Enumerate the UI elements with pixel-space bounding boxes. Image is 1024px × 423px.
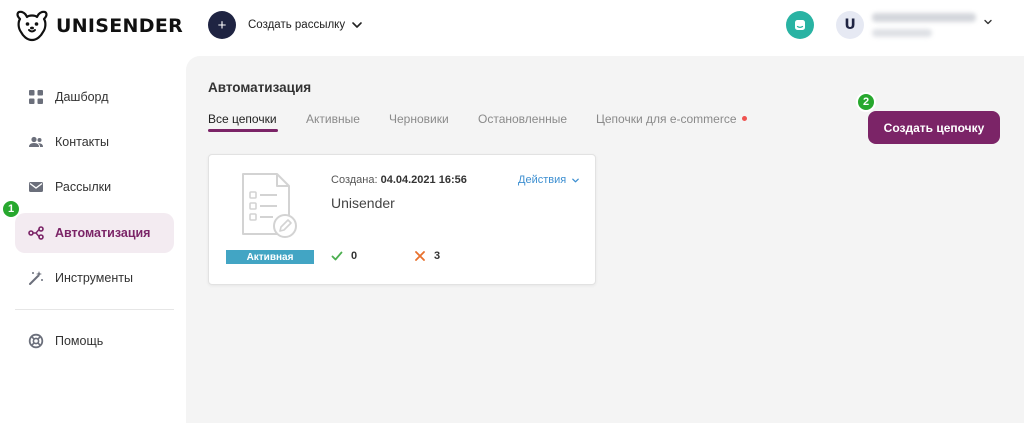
user-menu-chevron-icon[interactable] <box>983 17 993 27</box>
mail-icon <box>29 182 43 192</box>
tab-all-chains[interactable]: Все цепочки <box>208 112 277 126</box>
success-count: 0 <box>351 250 358 262</box>
sidebar-divider <box>15 309 174 310</box>
help-icon <box>28 333 44 349</box>
chain-name[interactable]: Unisender <box>331 195 395 211</box>
tab-ecommerce-chains[interactable]: Цепочки для e-commerce <box>596 112 747 126</box>
automation-icon <box>28 226 44 240</box>
fail-stat: 3 <box>414 250 440 262</box>
sidebar-item-label: Дашборд <box>55 90 109 104</box>
sidebar-item-help[interactable]: Помощь <box>15 321 174 361</box>
created-date: Создана: 04.04.2021 16:56 <box>331 174 467 186</box>
create-campaign-label: Создать рассылку <box>248 19 346 31</box>
tab-ecommerce-label: Цепочки для e-commerce <box>596 112 737 126</box>
chevron-down-icon <box>572 178 580 182</box>
logo-text: UNISENDER <box>56 15 184 37</box>
dog-logo-icon <box>16 10 48 42</box>
status-badge: Активная <box>226 250 314 264</box>
dashboard-icon <box>29 90 43 104</box>
sidebar-item-tools[interactable]: Инструменты <box>15 258 174 298</box>
tab-active[interactable]: Активные <box>306 112 360 126</box>
sidebar-item-label: Контакты <box>55 135 109 149</box>
actions-dropdown[interactable]: Действия <box>518 174 580 186</box>
top-header: UNISENDER + Создать рассылку U <box>0 0 1024 56</box>
create-campaign-button[interactable]: + Создать рассылку <box>208 11 363 39</box>
created-datetime: 04.04.2021 16:56 <box>380 174 467 186</box>
success-stat: 0 <box>331 250 357 262</box>
fail-count: 3 <box>434 250 441 262</box>
sidebar-item-campaigns[interactable]: Рассылки <box>15 167 174 207</box>
sidebar-item-label: Инструменты <box>55 271 133 285</box>
page-title: Автоматизация <box>208 80 312 95</box>
chevron-down-icon <box>352 22 362 28</box>
created-label: Создана: <box>331 174 378 186</box>
document-edit-illustration-icon <box>242 173 297 238</box>
logo[interactable]: UNISENDER <box>14 9 183 43</box>
chain-card[interactable]: Активная Создана: 04.04.2021 16:56 Дейст… <box>208 154 596 285</box>
magic-wand-icon <box>29 271 43 285</box>
sidebar-item-automation[interactable]: Автоматизация <box>15 213 174 253</box>
tab-stopped[interactable]: Остановленные <box>478 112 567 126</box>
sidebar-item-label: Автоматизация <box>55 226 151 240</box>
user-id-redacted <box>872 29 932 37</box>
chat-icon <box>795 20 805 30</box>
active-tab-indicator <box>208 129 278 132</box>
contacts-icon <box>29 136 43 147</box>
plus-icon: + <box>208 11 236 39</box>
actions-label: Действия <box>518 174 567 186</box>
checkmark-icon <box>331 251 343 261</box>
sidebar: Дашборд Контакты Рассылки Автоматизация <box>0 56 186 423</box>
tab-drafts[interactable]: Черновики <box>389 112 449 126</box>
main-content: Автоматизация Все цепочки Активные Черно… <box>186 56 1024 423</box>
sidebar-item-label: Помощь <box>55 334 104 348</box>
sidebar-item-label: Рассылки <box>55 180 112 194</box>
step-marker-2: 2 <box>856 92 876 112</box>
notification-dot <box>741 116 747 122</box>
chat-button[interactable] <box>786 11 814 39</box>
step-marker-1: 1 <box>1 199 21 219</box>
sidebar-item-dashboard[interactable]: Дашборд <box>15 77 174 117</box>
user-avatar[interactable]: U <box>836 11 864 39</box>
cross-icon <box>415 251 425 261</box>
sidebar-item-contacts[interactable]: Контакты <box>15 122 174 162</box>
user-email-redacted <box>872 13 976 22</box>
create-chain-button[interactable]: Создать цепочку <box>868 111 1000 144</box>
